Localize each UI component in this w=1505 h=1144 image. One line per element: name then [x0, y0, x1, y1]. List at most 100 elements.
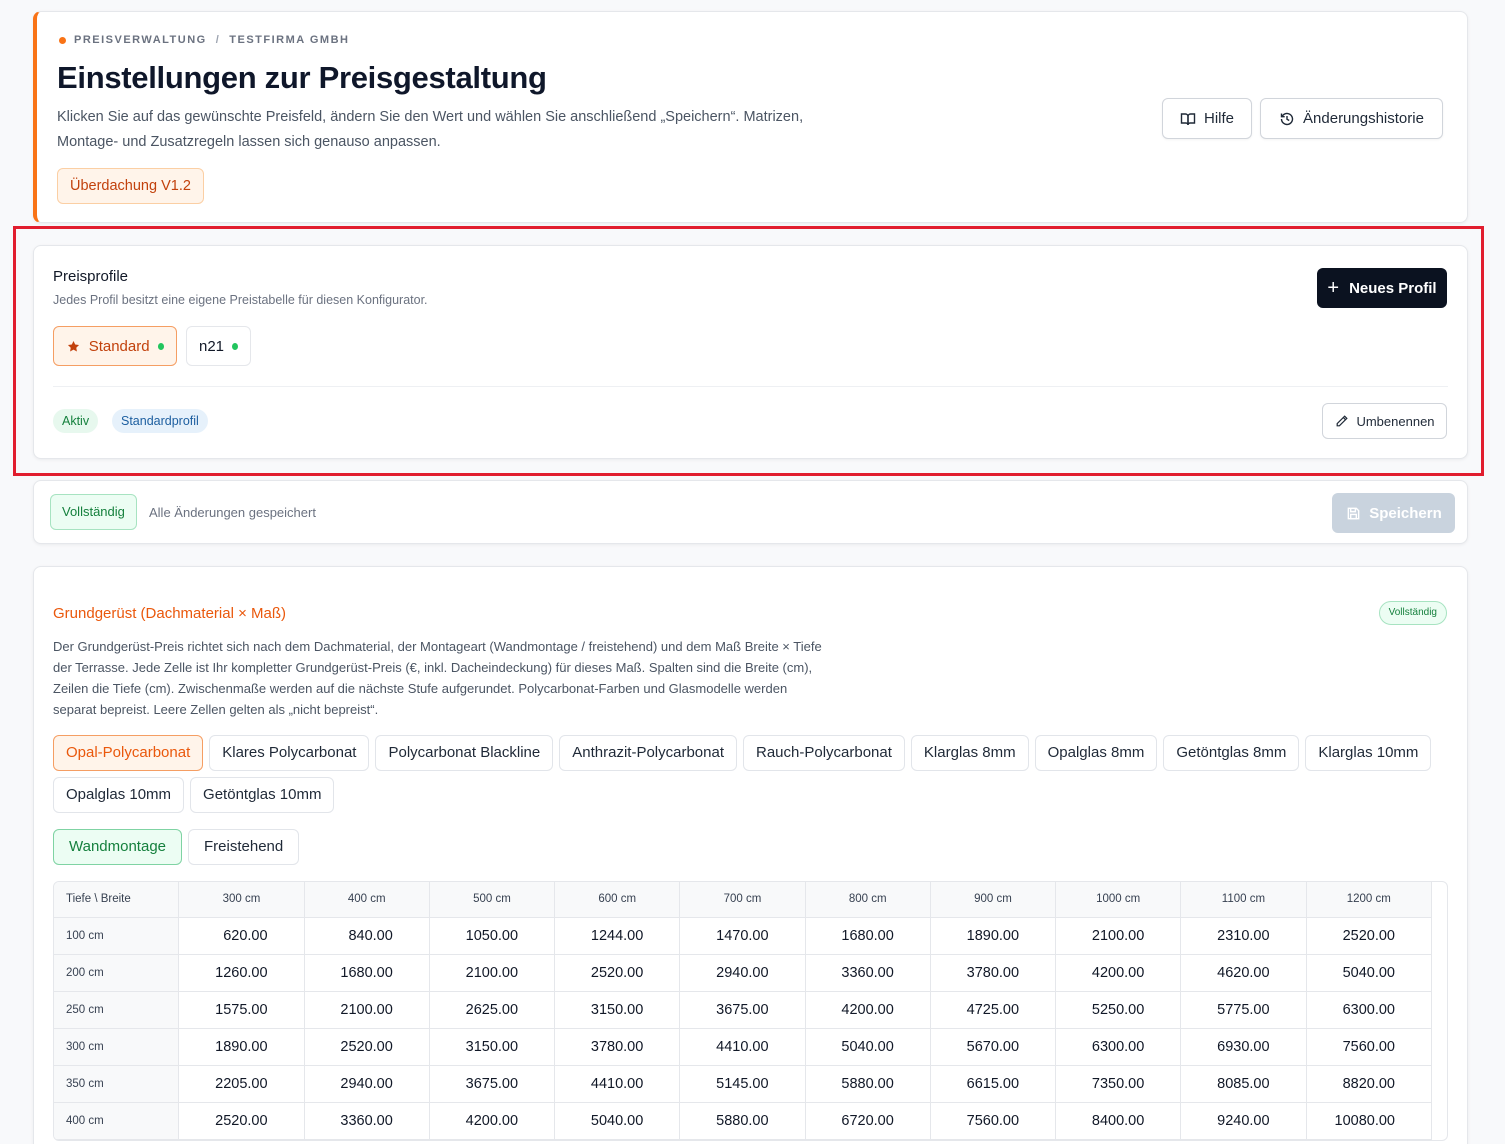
table-row: 100 cm 620.00 840.00 1050.00 1244.00 1470.00 1…: [54, 917, 1433, 955]
table-row: 300 cm 1890.00 2520.00 3150.00 3780.00 4410.0…: [54, 1028, 1433, 1066]
row-header: 400 cm: [54, 1102, 180, 1140]
price-cell[interactable]: 2310.00: [1180, 917, 1307, 955]
price-cell[interactable]: 2520.00: [1306, 917, 1433, 955]
help-label: Hilfe: [1203, 110, 1234, 127]
column-header: 900 cm: [930, 882, 1057, 918]
price-cell[interactable]: 1890.00: [930, 917, 1057, 955]
price-cell[interactable]: 5670.00: [930, 1028, 1057, 1066]
highlight-frame: [13, 226, 1484, 476]
price-cell[interactable]: 4725.00: [930, 991, 1057, 1029]
table-body: 100 cm 620.00 840.00 1050.00 1244.00 1470.00 1…: [54, 917, 1433, 1140]
column-header: 800 cm: [805, 882, 931, 918]
price-cell[interactable]: 5880.00: [805, 1065, 931, 1103]
price-cell[interactable]: 6615.00: [930, 1065, 1057, 1103]
material-chip[interactable]: Getöntglas 10mm: [190, 777, 335, 813]
price-cell[interactable]: 3675.00: [679, 991, 806, 1029]
save-status-bar: Vollständig Alle Änderungen gespeichert …: [33, 480, 1468, 544]
row-header: 100 cm: [54, 917, 180, 955]
material-chip[interactable]: Polycarbonat Blackline: [375, 735, 554, 771]
page-header: PREISVERWALTUNG / TESTFIRMA GMBH Einstel…: [33, 11, 1468, 223]
price-cell[interactable]: 2940.00: [304, 1065, 430, 1103]
price-cell[interactable]: 6720.00: [805, 1102, 931, 1140]
material-chip[interactable]: Klarglas 10mm: [1305, 735, 1432, 771]
price-cell[interactable]: 3360.00: [805, 954, 931, 992]
price-cell[interactable]: 4410.00: [679, 1028, 806, 1066]
price-cell[interactable]: 9240.00: [1180, 1102, 1307, 1140]
column-header: 400 cm: [304, 882, 430, 918]
breadcrumb-item[interactable]: PREISVERWALTUNG: [74, 34, 207, 46]
price-cell[interactable]: 2520.00: [178, 1102, 305, 1140]
price-cell[interactable]: 2100.00: [429, 954, 556, 992]
price-cell[interactable]: 5880.00: [679, 1102, 806, 1140]
price-cell[interactable]: 1470.00: [679, 917, 806, 955]
help-button[interactable]: Hilfe: [1162, 98, 1252, 139]
price-cell[interactable]: 4410.00: [554, 1065, 681, 1103]
price-cell[interactable]: 3150.00: [429, 1028, 556, 1066]
price-cell[interactable]: 3780.00: [554, 1028, 681, 1066]
price-cell[interactable]: 5250.00: [1055, 991, 1182, 1029]
price-cell[interactable]: 5040.00: [554, 1102, 681, 1140]
price-cell[interactable]: 840.00: [304, 917, 430, 955]
price-cell[interactable]: 4200.00: [1055, 954, 1182, 992]
price-cell[interactable]: 3780.00: [930, 954, 1057, 992]
price-cell[interactable]: 2520.00: [304, 1028, 430, 1066]
material-chip[interactable]: Klarglas 8mm: [910, 735, 1029, 771]
breadcrumb-item[interactable]: TESTFIRMA GMBH: [229, 34, 349, 46]
accent-dot: [59, 36, 66, 44]
price-cell[interactable]: 2100.00: [1055, 917, 1182, 955]
material-chip[interactable]: Rauch-Polycarbonat: [743, 735, 905, 771]
price-cell[interactable]: 1260.00: [178, 954, 305, 992]
price-cell[interactable]: 1244.00: [554, 917, 681, 955]
table-header-row: Tiefe \ Breite 300 cm 400 cm 500 cm 600 cm 7…: [54, 882, 1433, 918]
history-button[interactable]: Änderungshistorie: [1260, 98, 1443, 139]
column-header: 1100 cm: [1180, 882, 1307, 918]
price-cell[interactable]: 1890.00: [178, 1028, 305, 1066]
price-cell[interactable]: 3150.00: [554, 991, 681, 1029]
mounting-chip-freestanding[interactable]: Freistehend: [188, 829, 300, 865]
price-cell[interactable]: 3360.00: [304, 1102, 430, 1140]
corner-header: Tiefe \ Breite: [54, 882, 180, 918]
price-cell[interactable]: 4620.00: [1180, 954, 1307, 992]
price-cell[interactable]: 3675.00: [429, 1065, 556, 1103]
column-header: 600 cm: [554, 882, 681, 918]
mounting-chip-wall[interactable]: Wandmontage: [53, 829, 183, 865]
price-cell[interactable]: 1680.00: [304, 954, 430, 992]
price-cell[interactable]: 5040.00: [1306, 954, 1433, 992]
save-button[interactable]: Speichern: [1332, 493, 1455, 533]
price-cell[interactable]: 4200.00: [429, 1102, 556, 1140]
price-cell[interactable]: 1050.00: [429, 917, 556, 955]
base-frame-matrix-panel: Grundgerüst (Dachmaterial × Maß) Vollstä…: [33, 566, 1468, 1144]
price-cell[interactable]: 8085.00: [1180, 1065, 1307, 1103]
material-chip[interactable]: Getöntglas 8mm: [1163, 735, 1300, 771]
price-cell[interactable]: 4200.00: [805, 991, 931, 1029]
price-cell[interactable]: 5040.00: [805, 1028, 931, 1066]
price-cell[interactable]: 6930.00: [1180, 1028, 1307, 1066]
price-cell[interactable]: 6300.00: [1306, 991, 1433, 1029]
price-cell[interactable]: 620.00: [178, 917, 305, 955]
column-header: 700 cm: [679, 882, 806, 918]
price-cell[interactable]: 1575.00: [178, 991, 305, 1029]
version-badge: Überdachung V1.2: [57, 168, 204, 204]
material-chip[interactable]: Opal-Polycarbonat: [53, 735, 204, 771]
material-chip[interactable]: Anthrazit-Polycarbonat: [559, 735, 737, 771]
save-status-text: Alle Änderungen gespeichert: [149, 505, 316, 520]
material-chip[interactable]: Opalglas 8mm: [1034, 735, 1158, 771]
price-cell[interactable]: 10080.00: [1306, 1102, 1433, 1140]
price-cell[interactable]: 6300.00: [1055, 1028, 1182, 1066]
price-cell[interactable]: 8820.00: [1306, 1065, 1433, 1103]
price-cell[interactable]: 7560.00: [930, 1102, 1057, 1140]
material-chip[interactable]: Opalglas 10mm: [53, 777, 185, 813]
price-cell[interactable]: 2940.00: [679, 954, 806, 992]
table-row: 400 cm 2520.00 3360.00 4200.00 5040.00 5880.0…: [54, 1102, 1433, 1140]
price-cell[interactable]: 2520.00: [554, 954, 681, 992]
price-cell[interactable]: 1680.00: [805, 917, 931, 955]
price-cell[interactable]: 2205.00: [178, 1065, 305, 1103]
material-chip[interactable]: Klares Polycarbonat: [209, 735, 370, 771]
price-cell[interactable]: 8400.00: [1055, 1102, 1182, 1140]
price-cell[interactable]: 2625.00: [429, 991, 556, 1029]
price-cell[interactable]: 7350.00: [1055, 1065, 1182, 1103]
price-cell[interactable]: 5775.00: [1180, 991, 1307, 1029]
price-cell[interactable]: 7560.00: [1306, 1028, 1433, 1066]
price-cell[interactable]: 2100.00: [304, 991, 430, 1029]
price-cell[interactable]: 5145.00: [679, 1065, 806, 1103]
